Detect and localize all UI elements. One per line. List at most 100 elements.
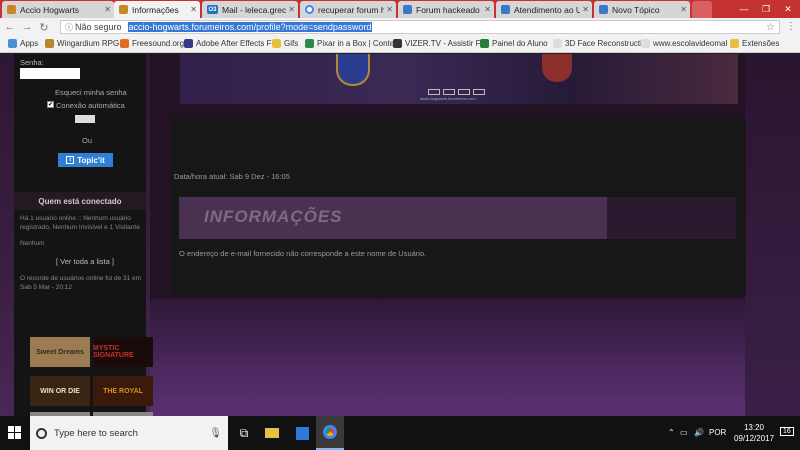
language-indicator[interactable]: POR	[709, 428, 726, 437]
folder-icon	[272, 39, 281, 48]
taskbar-search-box[interactable]: Type here to search 🎙	[30, 416, 228, 450]
tab-novo-topico[interactable]: Novo Tópico ✕	[594, 1, 690, 18]
forum-favicon-icon	[403, 5, 412, 14]
close-tab-icon[interactable]: ✕	[680, 5, 687, 14]
bookmark-item[interactable]: Pixar in a Box | Conte	[305, 39, 394, 48]
password-label: Senha:	[20, 58, 44, 67]
bookmark-label: Wingardium RPG	[57, 39, 120, 48]
new-tab-button[interactable]	[692, 1, 712, 18]
or-label: Ou	[82, 136, 93, 145]
microphone-icon[interactable]: 🎙	[209, 428, 222, 439]
bookmark-item[interactable]: Gifs	[272, 39, 298, 48]
address-bar[interactable]: ⓘ Não seguro accio-hogwarts.forumeiros.c…	[60, 20, 780, 34]
bookmark-favicon-icon	[45, 39, 54, 48]
view-full-list-link[interactable]: [ Ver toda a lista ]	[56, 257, 114, 266]
close-tab-icon[interactable]: ✕	[582, 5, 589, 14]
banner-nav-button[interactable]	[458, 89, 470, 95]
volume-icon[interactable]: 🔊	[694, 428, 704, 437]
tab-forum-hackeado[interactable]: Forum hackeado ✕	[398, 1, 494, 18]
bookmark-favicon-icon	[305, 39, 314, 48]
forward-arrow-icon[interactable]: →	[20, 20, 34, 34]
outlook-icon: O3	[207, 5, 218, 14]
bookmark-item[interactable]: Extensões	[730, 39, 779, 48]
bookmark-label: Adobe After Effects F	[196, 39, 272, 48]
bookmark-favicon-icon	[480, 39, 489, 48]
windows-start-icon[interactable]	[8, 426, 22, 440]
auto-login-checkbox[interactable]: ✔	[47, 101, 54, 108]
banner-nav-button[interactable]	[473, 89, 485, 95]
network-icon[interactable]: ▭	[680, 428, 688, 437]
security-label: Não seguro	[75, 22, 122, 32]
close-tab-icon[interactable]: ✕	[288, 5, 295, 14]
search-placeholder: Type here to search	[54, 427, 138, 439]
tab-recuperar-forum[interactable]: recuperar forum ha ✕	[300, 1, 396, 18]
tray-chevron-icon[interactable]: ⌃	[668, 428, 675, 437]
store-icon[interactable]	[288, 416, 316, 450]
bookmark-label: Apps	[20, 39, 39, 48]
bookmark-favicon-icon	[393, 39, 402, 48]
close-tab-icon[interactable]: ✕	[386, 5, 393, 14]
tab-label: Informações	[132, 4, 179, 15]
bookmark-item[interactable]: 3D Face Reconstructi	[553, 39, 642, 48]
file-explorer-icon[interactable]	[258, 416, 286, 450]
current-datetime: Data/hora atual: Sab 9 Dez - 16:05	[174, 172, 290, 181]
bookmark-label: Pixar in a Box | Conte	[317, 39, 395, 48]
bookmark-item[interactable]: Wingardium RPG	[45, 39, 119, 48]
bookmarks-bar: Apps Wingardium RPG Freesound.org Adobe …	[0, 36, 800, 53]
url-text[interactable]: accio-hogwarts.forumeiros.com/profile?mo…	[127, 22, 373, 32]
minimize-icon[interactable]: —	[735, 0, 753, 18]
tab-label: Novo Tópico	[612, 4, 660, 15]
forum-favicon-icon	[7, 5, 16, 14]
cortana-icon	[36, 427, 47, 439]
bookmark-item[interactable]: VIZER.TV - Assistir Fil	[393, 39, 484, 48]
tab-accio-hogwarts[interactable]: Accio Hogwarts ✕	[2, 1, 114, 18]
chrome-icon[interactable]	[316, 416, 344, 450]
forum-favicon-icon	[119, 5, 128, 14]
tab-label: Forum hackeado	[416, 4, 480, 15]
close-tab-icon[interactable]: ✕	[484, 5, 491, 14]
house-crest-icon	[542, 54, 572, 82]
auto-login-label: Conexão automática	[56, 101, 125, 110]
tab-mail[interactable]: O3 Mail - leleca.greco@ ✕	[202, 1, 298, 18]
bookmark-favicon-icon	[120, 39, 129, 48]
affiliate-banner[interactable]: THE ROYAL	[93, 376, 153, 406]
banner-nav-button[interactable]	[428, 89, 440, 95]
affiliate-banner[interactable]: Sweet Dreams	[30, 337, 90, 367]
affiliate-banner[interactable]: WIN OR DIE	[30, 376, 90, 406]
login-button[interactable]	[75, 115, 95, 123]
forum-favicon-icon	[599, 5, 608, 14]
bookmark-item[interactable]: Painel do Aluno	[480, 39, 548, 48]
affiliate-banner[interactable]: MYSTIC SIGNATURE	[93, 337, 153, 367]
close-window-icon[interactable]: ✕	[779, 0, 797, 18]
task-view-icon[interactable]: ⧉	[230, 416, 258, 450]
clock[interactable]: 13:20 09/12/2017	[734, 422, 774, 444]
background-forest-bottom	[150, 299, 745, 416]
google-icon	[305, 5, 314, 14]
info-icon[interactable]: ⓘ	[65, 22, 73, 33]
bookmark-item[interactable]: Freesound.org	[120, 39, 184, 48]
bookmark-apps[interactable]: Apps	[8, 39, 38, 48]
tab-informacoes[interactable]: Informações ✕	[114, 1, 200, 18]
page-viewport: accio-hogwarts.forumeiros.com Senha: Esq…	[0, 54, 800, 416]
menu-icon[interactable]: ⋮	[786, 21, 796, 32]
bookmark-label: VIZER.TV - Assistir Fil	[405, 39, 485, 48]
bookmark-star-icon[interactable]: ☆	[766, 22, 775, 33]
tab-atendimento[interactable]: Atendimento ao U ✕	[496, 1, 592, 18]
banner-nav-button[interactable]	[443, 89, 455, 95]
back-arrow-icon[interactable]: ←	[3, 20, 17, 34]
tab-label: Mail - leleca.greco@	[222, 4, 287, 15]
bookmark-label: Freesound.org	[132, 39, 185, 48]
restore-icon[interactable]: ❐	[757, 0, 775, 18]
notification-icon[interactable]: 16	[780, 427, 794, 436]
online-users-list: Nenhum	[20, 240, 45, 247]
close-tab-icon[interactable]: ✕	[104, 5, 111, 14]
browser-toolbar: ← → ↻ ⓘ Não seguro accio-hogwarts.forume…	[0, 18, 800, 36]
background-forest-right	[745, 54, 800, 416]
forgot-password-link[interactable]: Esqueci minha senha	[55, 88, 127, 97]
topicit-button[interactable]: t Topic'it	[58, 153, 113, 167]
password-field[interactable]	[20, 68, 80, 79]
close-tab-icon[interactable]: ✕	[190, 5, 197, 14]
reload-icon[interactable]: ↻	[37, 20, 51, 34]
bookmark-item[interactable]: Adobe After Effects F	[184, 39, 271, 48]
bookmark-item[interactable]: www.escolavideomal	[641, 39, 727, 48]
